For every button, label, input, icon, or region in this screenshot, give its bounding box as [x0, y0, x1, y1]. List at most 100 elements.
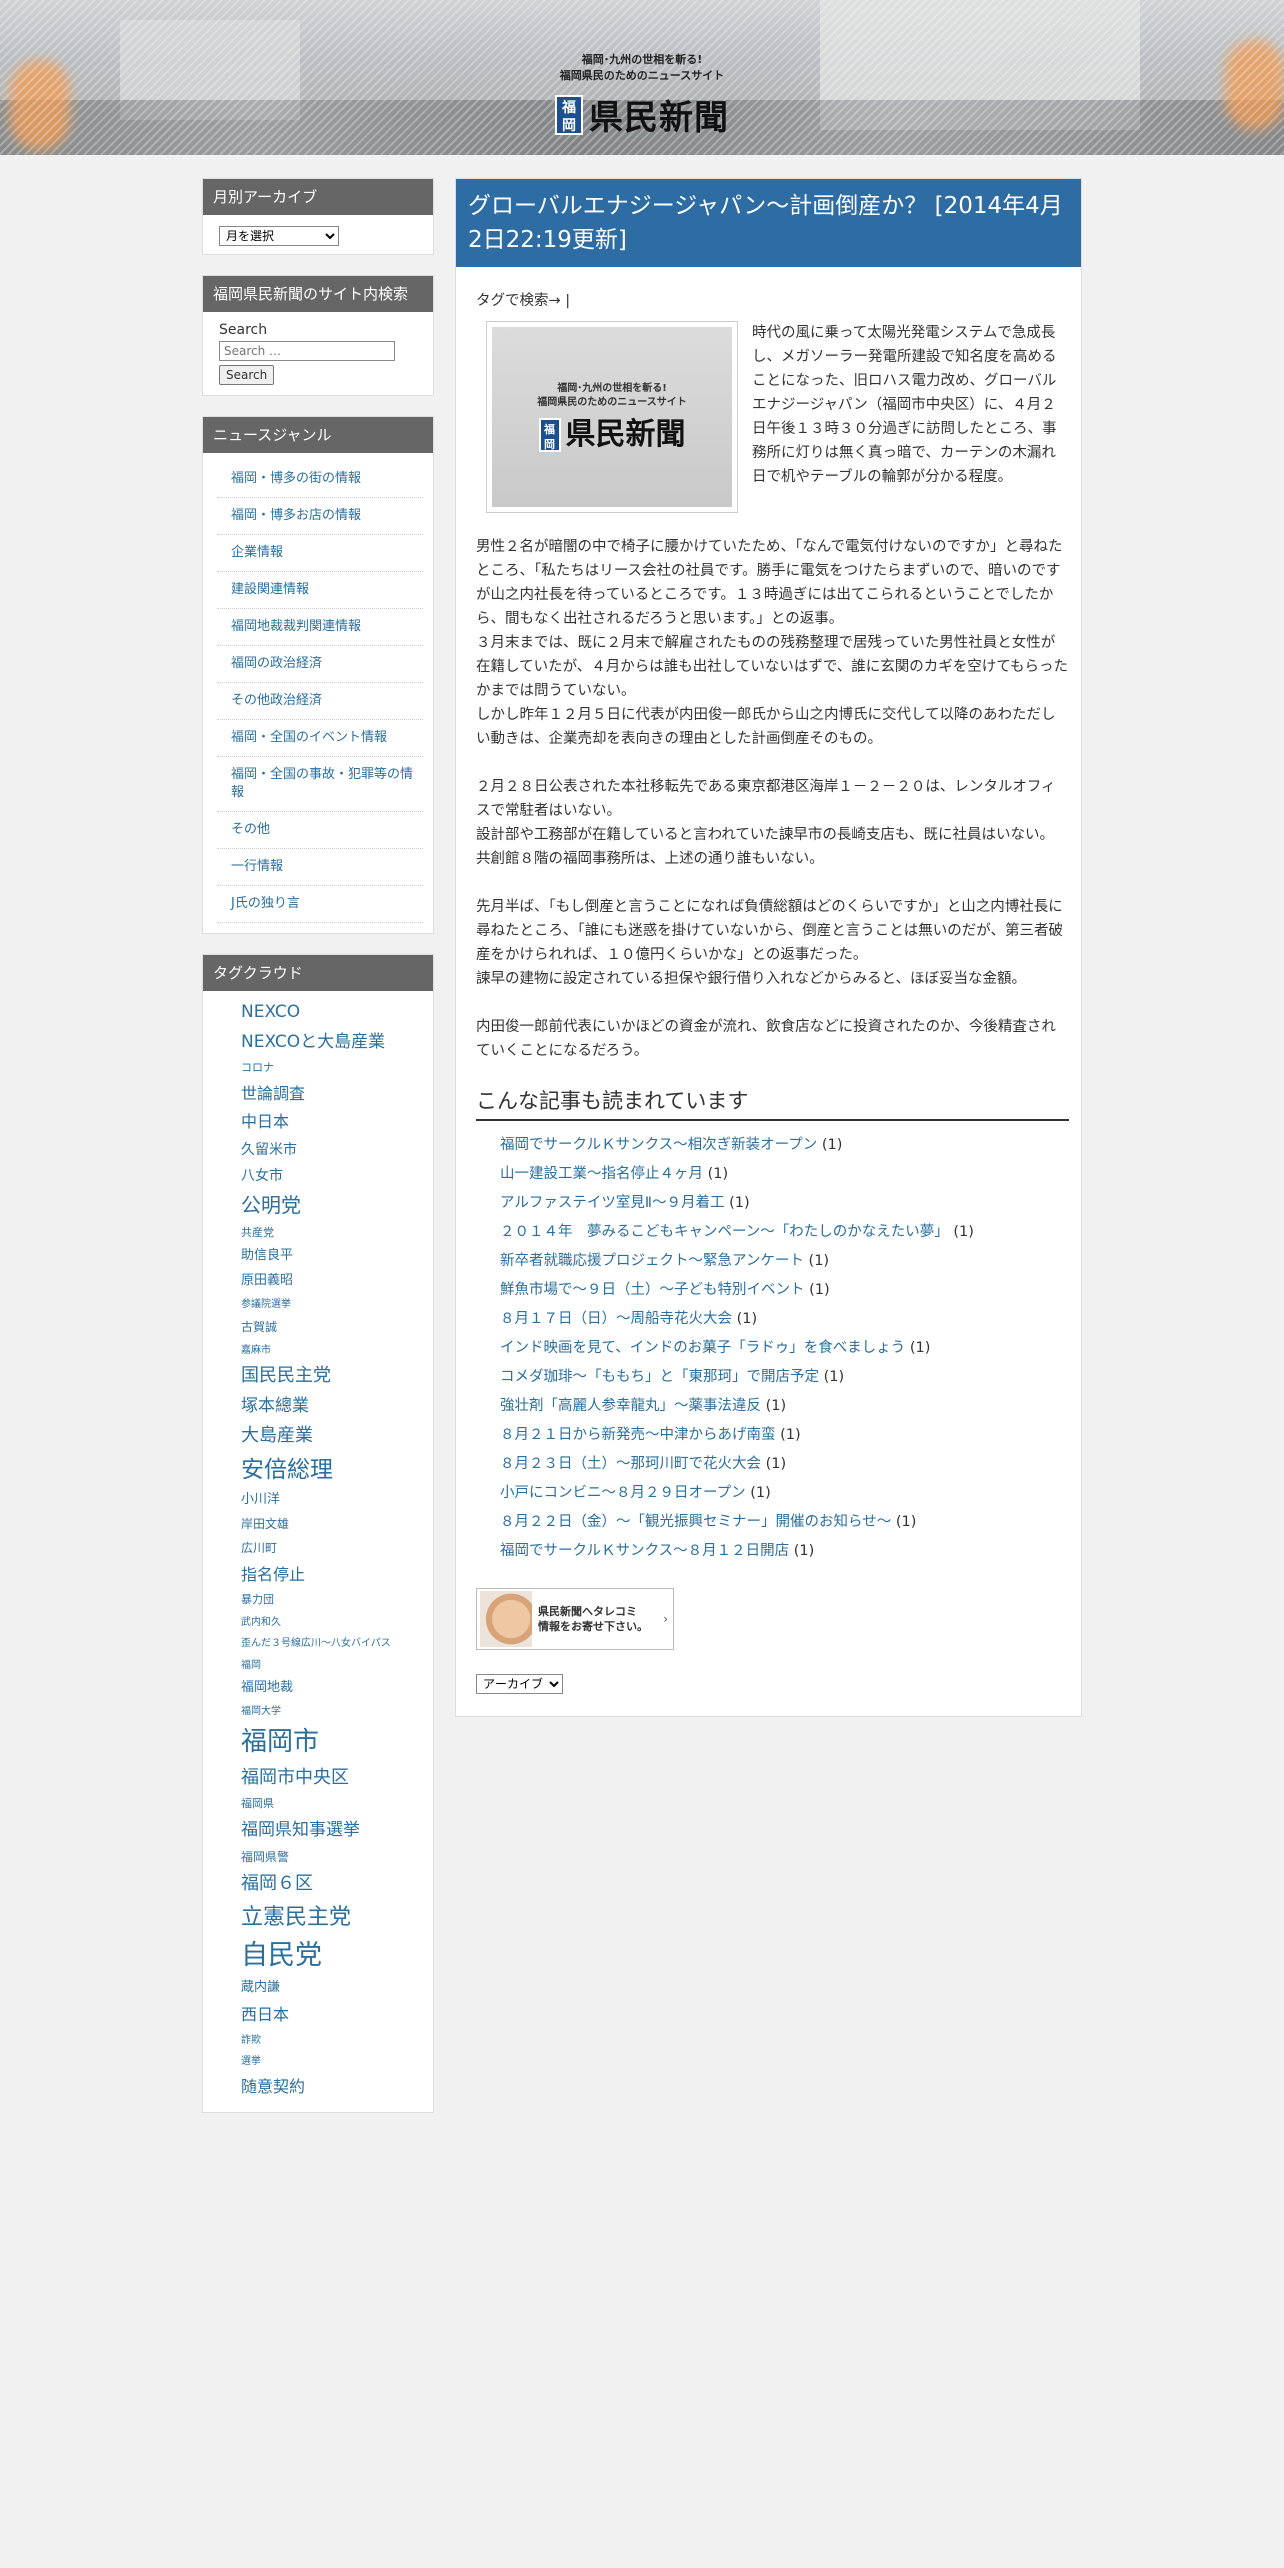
tag-cloud-link[interactable]: 福岡県 [241, 1798, 423, 1811]
genre-link[interactable]: J氏の独り言 [231, 896, 300, 911]
tag-cloud-link[interactable]: 立憲民主党 [241, 1905, 423, 1930]
tag-cloud-link[interactable]: 共産党 [241, 1226, 423, 1240]
tag-cloud-link[interactable]: 安倍総理 [241, 1457, 423, 1483]
tag-cloud-link[interactable]: 嘉麻市 [241, 1345, 423, 1357]
month-archive-select[interactable]: 月を選択 [219, 226, 339, 246]
related-link[interactable]: 福岡でサークルＫサンクス～８月１２日開店 [500, 1543, 789, 1559]
tag-cloud-link[interactable]: 小川洋 [241, 1492, 423, 1508]
search-input[interactable] [219, 341, 395, 361]
tag-cloud-link[interactable]: 助信良平 [241, 1248, 423, 1264]
genre-item[interactable]: J氏の独り言 [217, 886, 423, 923]
related-link[interactable]: ８月２３日（土）～那珂川町で花火大会 [500, 1456, 761, 1472]
related-link[interactable]: ８月１７日（日）～周船寺花火大会 [500, 1311, 732, 1327]
tag-cloud-link[interactable]: 福岡市中央区 [241, 1767, 423, 1789]
tag-cloud-link[interactable]: 自民党 [241, 1940, 423, 1971]
tag-cloud-link[interactable]: 公明党 [241, 1193, 423, 1217]
genre-link[interactable]: 福岡・博多お店の情報 [231, 508, 361, 523]
tag-cloud-link[interactable]: 福岡６区 [241, 1874, 423, 1895]
related-count: (1) [780, 1427, 801, 1443]
related-link[interactable]: ８月２１日から新発売～中津からあげ南蛮 [500, 1427, 776, 1443]
genre-link[interactable]: 福岡・全国の事故・犯罪等の情報 [231, 767, 413, 800]
genre-item[interactable]: 福岡の政治経済 [217, 646, 423, 683]
genre-item[interactable]: 福岡・全国の事故・犯罪等の情報 [217, 757, 423, 812]
tag-cloud-link[interactable]: 暴力団 [241, 1594, 423, 1607]
tag-cloud-link[interactable]: 選挙 [241, 2056, 423, 2068]
genre-link[interactable]: 福岡・全国のイベント情報 [231, 730, 387, 745]
genre-item[interactable]: 建設関連情報 [217, 572, 423, 609]
tag-cloud-link[interactable]: 歪んだ３号線広川～八女バイパス [241, 1638, 423, 1650]
genre-link[interactable]: 企業情報 [231, 545, 283, 560]
genre-item[interactable]: 福岡地裁裁判関連情報 [217, 609, 423, 646]
genre-link[interactable]: 福岡の政治経済 [231, 656, 322, 671]
genre-item[interactable]: 福岡・全国のイベント情報 [217, 720, 423, 757]
article-title: グローバルエナジージャパン～計画倒産か？ [2014年4月2日22:19更新] [456, 179, 1081, 267]
tag-cloud-link[interactable]: NEXCO [241, 1002, 423, 1023]
genre-link[interactable]: その他政治経済 [231, 693, 322, 708]
tag-cloud-link[interactable]: 指名停止 [241, 1565, 423, 1584]
tag-cloud-link[interactable]: 福岡市 [241, 1727, 423, 1758]
related-link[interactable]: 福岡でサークルＫサンクス～相次ぎ新装オープン [500, 1137, 817, 1153]
related-item: インド映画を見て、インドのお菓子「ラドゥ」を食べましょう (1) [500, 1334, 1069, 1363]
site-logo[interactable]: 福岡･九州の世相を斬る! 福岡県民のためのニュースサイト 福岡 県民新聞 [522, 52, 762, 139]
genre-item[interactable]: その他 [217, 812, 423, 849]
tag-cloud-link[interactable]: 西日本 [241, 2006, 423, 2025]
tag-cloud-link[interactable]: 国民民主党 [241, 1365, 423, 1387]
related-link[interactable]: 小戸にコンビニ～８月２９日オープン [500, 1485, 746, 1501]
tag-cloud-link[interactable]: 福岡県警 [241, 1850, 423, 1865]
tag-cloud-link[interactable]: 広川町 [241, 1541, 423, 1556]
search-button[interactable]: Search [219, 365, 275, 385]
tag-cloud-link[interactable]: 蔵内謙 [241, 1981, 423, 1996]
tag-cloud-link[interactable]: 武内和久 [241, 1617, 423, 1629]
genre-link[interactable]: 建設関連情報 [231, 582, 309, 597]
genre-link[interactable]: 福岡地裁裁判関連情報 [231, 619, 361, 634]
genre-link[interactable]: 福岡・博多の街の情報 [231, 471, 361, 486]
tag-cloud-link[interactable]: NEXCOと大島産業 [241, 1032, 423, 1053]
tag-cloud-link[interactable]: 岸田文雄 [241, 1518, 423, 1532]
tag-cloud-link[interactable]: 古賀誠 [241, 1320, 423, 1335]
tag-cloud-link[interactable]: 参議院選挙 [241, 1299, 423, 1311]
related-link[interactable]: 山一建設工業～指名停止４ヶ月 [500, 1166, 703, 1182]
tag-cloud-link[interactable]: 随意契約 [241, 2077, 423, 2096]
tag-cloud-link[interactable]: 福岡地裁 [241, 1680, 423, 1696]
article-thumbnail: 福岡･九州の世相を斬る! 福岡県民のためのニュースサイト 福岡 県民新聞 [486, 321, 738, 513]
related-link[interactable]: インド映画を見て、インドのお菓子「ラドゥ」を食べましょう [500, 1340, 905, 1356]
tag-cloud-link[interactable]: 詐欺 [241, 2035, 423, 2047]
genre-item[interactable]: 福岡・博多の街の情報 [217, 461, 423, 498]
related-link[interactable]: ８月２２日（金）～「観光振興セミナー」開催のお知らせ～ [500, 1514, 891, 1530]
archive-dropdown[interactable]: アーカイブ [476, 1674, 563, 1694]
genre-link[interactable]: その他 [231, 822, 270, 837]
related-link[interactable]: 強壮剤「高麗人参幸龍丸」～薬事法違反 [500, 1398, 761, 1414]
ear-icon [480, 1591, 532, 1647]
related-link[interactable]: 新卒者就職応援プロジェクト～緊急アンケート [500, 1253, 804, 1269]
related-item: 鮮魚市場で～９日（土）～子ども特別イベント (1) [500, 1276, 1069, 1305]
genre-item[interactable]: その他政治経済 [217, 683, 423, 720]
related-item: ８月２１日から新発売～中津からあげ南蛮 (1) [500, 1421, 1069, 1450]
genre-item[interactable]: 一行情報 [217, 849, 423, 886]
genre-link[interactable]: 一行情報 [231, 859, 283, 874]
tag-cloud-link[interactable]: コロナ [241, 1061, 423, 1075]
article-paragraph: しかし昨年１２月５日に代表が内田俊一郎氏から山之内博氏に交代して以降のあわただし… [476, 707, 1056, 747]
related-link[interactable]: ２０１４年 夢みるこどもキャンペーン～「わたしのかなえたい夢」 [500, 1224, 949, 1240]
genre-item[interactable]: 企業情報 [217, 535, 423, 572]
tag-cloud-link[interactable]: 大島産業 [241, 1426, 423, 1447]
related-link[interactable]: 鮮魚市場で～９日（土）～子ども特別イベント [500, 1282, 805, 1298]
related-link[interactable]: アルファステイツ室見Ⅱ～９月着工 [500, 1195, 725, 1211]
tag-search-link[interactable]: タグで検索→ | [476, 289, 1069, 313]
article: グローバルエナジージャパン～計画倒産か？ [2014年4月2日22:19更新] … [455, 178, 1082, 1717]
tag-cloud-link[interactable]: 原田義昭 [241, 1273, 423, 1289]
tag-cloud-link[interactable]: 八女市 [241, 1168, 423, 1184]
thumbnail-logo-text: 県民新聞 [565, 417, 686, 452]
search-widget: 福岡県民新聞のサイト内検索 Search Search [202, 275, 434, 396]
tip-banner[interactable]: 県民新聞へタレコミ 情報をお寄せ下さい。 › [476, 1588, 674, 1650]
tag-cloud-link[interactable]: 福岡 [241, 1660, 423, 1672]
tag-cloud-link[interactable]: 中日本 [241, 1112, 423, 1131]
article-paragraph: 先月半ば、「もし倒産と言うことになれば負債総額はどのくらいですか」と山之内博社長… [476, 899, 1063, 963]
tag-cloud-link[interactable]: 福岡県知事選挙 [241, 1821, 423, 1841]
related-link[interactable]: コメダ珈琲～「ももち」と「東那珂」で開店予定 [500, 1369, 819, 1385]
tag-cloud-link[interactable]: 世論調査 [241, 1084, 423, 1103]
related-item: 新卒者就職応援プロジェクト～緊急アンケート (1) [500, 1247, 1069, 1276]
tag-cloud-link[interactable]: 久留米市 [241, 1142, 423, 1158]
tag-cloud-link[interactable]: 塚本總業 [241, 1396, 423, 1417]
tag-cloud-link[interactable]: 福岡大学 [241, 1706, 423, 1718]
genre-item[interactable]: 福岡・博多お店の情報 [217, 498, 423, 535]
